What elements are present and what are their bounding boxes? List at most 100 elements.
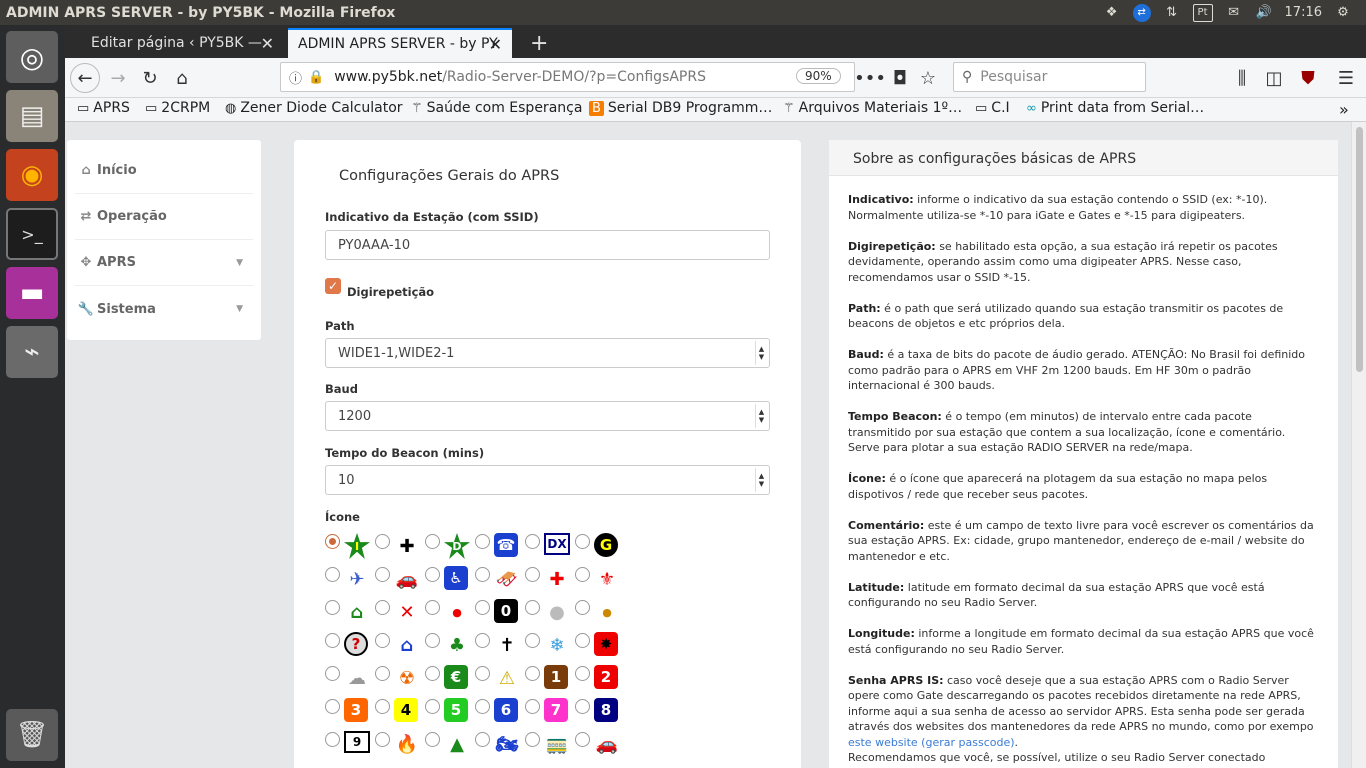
icon-radio[interactable] [425, 732, 440, 747]
icon-radio[interactable] [575, 534, 590, 549]
icon-radio[interactable] [525, 600, 540, 615]
icon-radio[interactable] [375, 699, 390, 714]
digi-star-icon[interactable]: D [444, 533, 470, 559]
bookmark-ci[interactable]: ▭ C.I [975, 100, 1010, 116]
five-icon[interactable]: 5 [444, 698, 468, 722]
forward-icon[interactable]: → [103, 63, 133, 93]
two-icon[interactable]: 2 [594, 665, 618, 689]
zoom-level[interactable]: 90% [796, 68, 841, 84]
icon-radio[interactable] [575, 600, 590, 615]
files-icon[interactable]: ▤ [6, 90, 58, 142]
sidebar-item-aprs[interactable]: ✥ APRS ▼ [75, 240, 253, 286]
crosshair-icon[interactable]: ✚ [394, 533, 420, 559]
terminal-icon[interactable]: >_ [6, 208, 58, 260]
car-icon[interactable]: 🚗 [394, 566, 420, 592]
url-bar[interactable]: ⓘ 🔒 www.py5bk.net /Radio-Server-DEMO/?p=… [280, 62, 855, 92]
icon-radio[interactable] [425, 567, 440, 582]
bookmark-aprs[interactable]: ▭ APRS [77, 100, 130, 116]
icon-radio[interactable] [525, 699, 540, 714]
icon-radio[interactable] [425, 534, 440, 549]
clover-icon[interactable]: ♣ [444, 632, 470, 658]
pocket-icon[interactable]: ◘ [885, 63, 915, 93]
icon-radio[interactable] [325, 567, 340, 582]
icon-radio[interactable] [525, 732, 540, 747]
icon-radio[interactable] [325, 600, 340, 615]
bookmark-star-icon[interactable]: ☆ [913, 63, 943, 93]
baud-select[interactable]: 1200 ▲ ▼ [325, 401, 770, 431]
icon-radio[interactable] [525, 534, 540, 549]
icon-radio[interactable] [525, 567, 540, 582]
icon-radio[interactable] [575, 633, 590, 648]
red-car-icon[interactable]: 🚗 [594, 731, 620, 757]
icon-radio[interactable] [475, 633, 490, 648]
railroad-icon[interactable]: 🚃 [544, 731, 570, 757]
icon-radio[interactable] [325, 732, 340, 747]
seven-icon[interactable]: 7 [544, 698, 568, 722]
tab-editar-pagina[interactable]: Editar página ‹ PY5BK — ✕ [81, 28, 284, 58]
callsign-input[interactable]: PY0AAA-10 [325, 230, 770, 260]
zero-icon[interactable]: 0 [494, 599, 518, 623]
passcode-link[interactable]: este website (gerar passcode) [848, 736, 1015, 749]
icon-radio[interactable] [375, 600, 390, 615]
icon-radio[interactable] [325, 666, 340, 681]
bookmark-serial-db9[interactable]: B Serial DB9 Programm… [589, 100, 772, 116]
icon-radio[interactable] [425, 666, 440, 681]
icon-radio[interactable] [325, 633, 340, 648]
snowmobile-icon[interactable]: 🛷 [494, 566, 520, 592]
firefox-icon[interactable]: ◉ [6, 149, 58, 201]
path-select[interactable]: WIDE1-1,WIDE2-1 ▲ ▼ [325, 338, 770, 368]
sidebar-item-inicio[interactable]: ⌂ Início [75, 148, 253, 194]
library-icon[interactable]: ⫼ [1227, 63, 1257, 93]
volume-icon[interactable]: 🔊 [1255, 5, 1273, 21]
snowflake-icon[interactable]: ❄ [544, 632, 570, 658]
fire-icon[interactable]: 🔥 [394, 731, 420, 757]
digi-label[interactable]: Digirepetição [347, 285, 434, 299]
sidebar-item-operacao[interactable]: ⇄ Operação [75, 194, 253, 240]
icon-radio[interactable] [375, 666, 390, 681]
keyboard-layout-icon[interactable]: Pt [1192, 3, 1213, 22]
home-icon[interactable]: ⌂ [167, 63, 197, 93]
trash-icon[interactable]: 🗑 [6, 709, 58, 761]
icon-radio[interactable] [325, 534, 340, 549]
mail-icon[interactable]: ✉ [1225, 5, 1243, 21]
icon-radio[interactable] [575, 732, 590, 747]
tent-icon[interactable]: ▲ [444, 731, 470, 757]
more-bookmarks-icon[interactable]: » [1339, 100, 1349, 119]
motorcycle-icon[interactable]: 🏍 [494, 731, 520, 757]
icon-radio[interactable] [575, 567, 590, 582]
icon-radio[interactable] [475, 732, 490, 747]
digi-checkbox[interactable]: ✓ [325, 278, 341, 294]
eight-icon[interactable]: 8 [594, 698, 618, 722]
house-icon[interactable]: ⌂ [344, 599, 370, 625]
icon-radio[interactable] [375, 732, 390, 747]
search-bar[interactable]: ⚲ Pesquisar [953, 62, 1146, 92]
new-tab-button[interactable]: + [520, 28, 550, 58]
icon-radio[interactable] [575, 666, 590, 681]
shelter-icon[interactable]: ⌂ [394, 632, 420, 658]
beacon-select[interactable]: 10 ▲ ▼ [325, 465, 770, 495]
power-icon[interactable]: ⚙ [1334, 5, 1352, 21]
dx-icon[interactable]: DX [544, 533, 570, 555]
close-icon[interactable]: ✕ [489, 35, 502, 54]
menu-icon[interactable]: ☰ [1331, 63, 1361, 93]
bookmark-2crpm[interactable]: ▭ 2CRPM [145, 100, 210, 116]
four-icon[interactable]: 4 [394, 698, 418, 722]
icon-radio[interactable] [425, 633, 440, 648]
icon-radio[interactable] [425, 600, 440, 615]
tab-admin-aprs[interactable]: ADMIN APRS SERVER - by PY ✕ [288, 28, 512, 58]
scout-icon[interactable]: ⚜ [594, 566, 620, 592]
icon-radio[interactable] [475, 534, 490, 549]
icon-radio[interactable] [475, 567, 490, 582]
sidebar-icon[interactable]: ◫ [1259, 63, 1289, 93]
bookmark-saude[interactable]: ⚚ Saúde com Esperança [411, 100, 582, 116]
sidebar-item-sistema[interactable]: 🔧 Sistema ▼ [75, 286, 253, 332]
dot-icon[interactable]: ● [594, 599, 620, 625]
phone-icon[interactable]: ☎ [494, 533, 518, 557]
icon-radio[interactable] [475, 600, 490, 615]
close-icon[interactable]: ✕ [261, 34, 274, 53]
warning-icon[interactable]: ⚠ [494, 665, 520, 691]
bookmark-zener[interactable]: ◍ Zener Diode Calculator [225, 100, 403, 116]
icon-radio[interactable] [575, 699, 590, 714]
icon-radio[interactable] [475, 699, 490, 714]
back-icon[interactable]: ← [70, 63, 100, 93]
